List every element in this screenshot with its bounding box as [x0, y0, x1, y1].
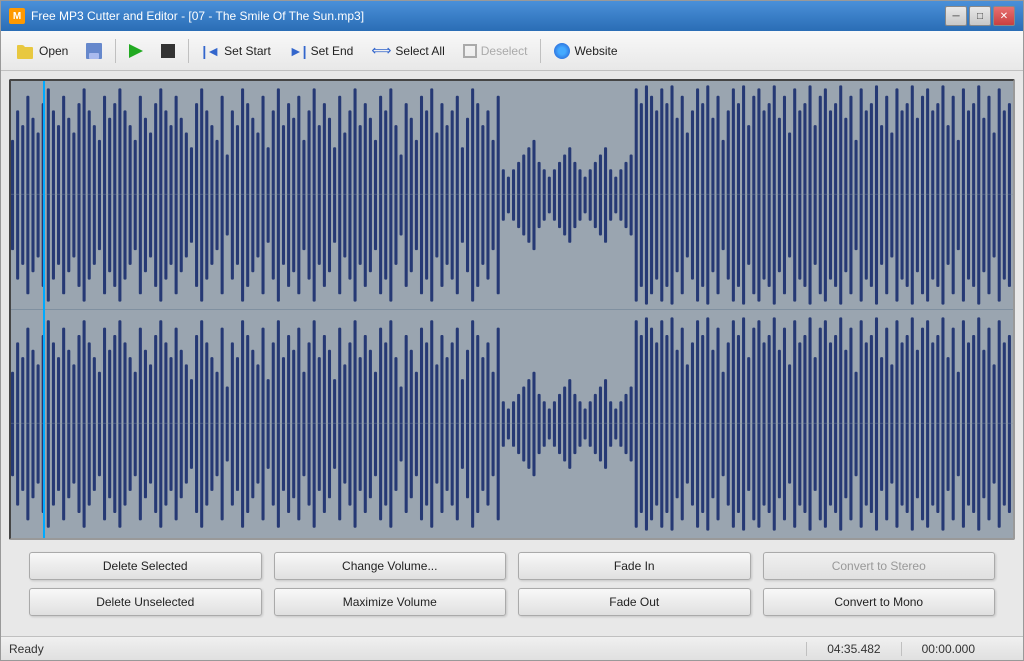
- stop-button[interactable]: [153, 37, 183, 65]
- change-volume-button[interactable]: Change Volume...: [274, 552, 507, 580]
- app-icon: M: [9, 8, 25, 24]
- setstart-button[interactable]: |◄ Set Start: [194, 37, 278, 65]
- position-time: 00:00.000: [901, 642, 995, 656]
- stop-icon: [161, 44, 175, 58]
- selectall-label: Select All: [395, 44, 444, 58]
- save-button[interactable]: [78, 37, 110, 65]
- deselect-label: Deselect: [481, 44, 528, 58]
- website-label: Website: [574, 44, 617, 58]
- delete-selected-button[interactable]: Delete Selected: [29, 552, 262, 580]
- waveform-channel-top: [11, 81, 1013, 309]
- play-icon: [129, 44, 143, 58]
- waveform-svg-top: [11, 81, 1013, 309]
- window-title: Free MP3 Cutter and Editor - [07 - The S…: [31, 9, 364, 23]
- position-line: [43, 81, 45, 538]
- setstart-label: Set Start: [224, 44, 271, 58]
- open-button[interactable]: Open: [7, 37, 76, 65]
- fade-in-button[interactable]: Fade In: [518, 552, 751, 580]
- convert-to-mono-button[interactable]: Convert to Mono: [763, 588, 996, 616]
- maximize-volume-button[interactable]: Maximize Volume: [274, 588, 507, 616]
- total-time: 04:35.482: [806, 642, 900, 656]
- titlebar-controls: ─ □ ✕: [945, 6, 1015, 26]
- fade-out-button[interactable]: Fade Out: [518, 588, 751, 616]
- deselect-button[interactable]: Deselect: [455, 37, 536, 65]
- selectall-button[interactable]: ⟺ Select All: [363, 37, 452, 65]
- selectall-icon: ⟺: [371, 42, 391, 59]
- main-window: M Free MP3 Cutter and Editor - [07 - The…: [0, 0, 1024, 661]
- separator-3: [540, 39, 541, 63]
- status-text: Ready: [9, 642, 806, 656]
- waveform-channel-bottom: [11, 309, 1013, 538]
- open-label: Open: [39, 44, 68, 58]
- close-button[interactable]: ✕: [993, 6, 1015, 26]
- website-icon: [554, 43, 570, 59]
- minimize-button[interactable]: ─: [945, 6, 967, 26]
- buttons-area: Delete Selected Change Volume... Fade In…: [9, 540, 1015, 628]
- setstart-icon: |◄: [202, 43, 220, 59]
- titlebar: M Free MP3 Cutter and Editor - [07 - The…: [1, 1, 1023, 31]
- convert-to-stereo-button[interactable]: Convert to Stereo: [763, 552, 996, 580]
- play-button[interactable]: [121, 37, 151, 65]
- save-icon: [86, 43, 102, 59]
- toolbar: Open |◄ Set Start ►| Set End ⟺ Select Al…: [1, 31, 1023, 71]
- titlebar-left: M Free MP3 Cutter and Editor - [07 - The…: [9, 8, 364, 24]
- setend-label: Set End: [311, 44, 354, 58]
- separator-1: [115, 39, 116, 63]
- delete-unselected-button[interactable]: Delete Unselected: [29, 588, 262, 616]
- separator-2: [188, 39, 189, 63]
- waveform-container[interactable]: [9, 79, 1015, 540]
- setend-button[interactable]: ►| Set End: [281, 37, 361, 65]
- waveform-svg-bottom: [11, 310, 1013, 538]
- statusbar: Ready 04:35.482 00:00.000: [1, 636, 1023, 660]
- restore-button[interactable]: □: [969, 6, 991, 26]
- open-icon: [15, 43, 35, 59]
- main-content: Delete Selected Change Volume... Fade In…: [1, 71, 1023, 636]
- deselect-icon: [463, 44, 477, 58]
- website-button[interactable]: Website: [546, 37, 625, 65]
- setend-icon: ►|: [289, 43, 307, 59]
